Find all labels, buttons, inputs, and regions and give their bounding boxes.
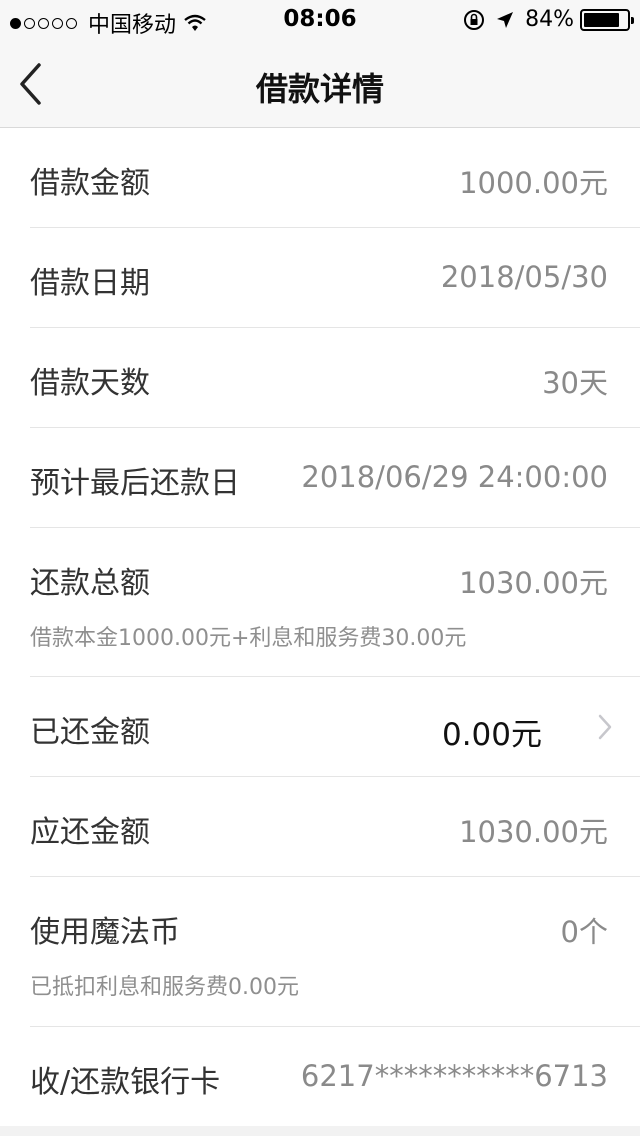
status-bar: 中国移动 08:06 84% bbox=[0, 0, 640, 40]
page-title: 借款详情 bbox=[255, 70, 384, 108]
row-value: 0个 bbox=[560, 915, 608, 949]
row-value: 6217***********6713 bbox=[300, 1059, 608, 1093]
loan-detail-list: 借款金额 1000.00元 借款日期 2018/05/30 借款天数 30天 预… bbox=[0, 128, 640, 1127]
row-value: 30天 bbox=[542, 366, 608, 400]
row-sub-text: 借款本金1000.00元+利息和服务费30.00元 bbox=[30, 626, 467, 651]
row-loan-date: 借款日期 2018/05/30 bbox=[30, 228, 640, 328]
location-arrow-icon bbox=[497, 11, 514, 28]
battery-percent: 84% bbox=[525, 7, 574, 32]
row-loan-amount: 借款金额 1000.00元 bbox=[30, 128, 640, 228]
row-label: 使用魔法币 bbox=[30, 915, 180, 950]
nav-bar: 借款详情 bbox=[0, 40, 640, 128]
row-amount-due: 应还金额 1030.00元 bbox=[30, 777, 640, 877]
row-label: 应还金额 bbox=[30, 815, 150, 850]
row-label: 预计最后还款日 bbox=[30, 466, 240, 501]
row-sub-text: 已抵扣利息和服务费0.00元 bbox=[30, 975, 299, 1000]
row-value: 1030.00元 bbox=[459, 566, 608, 600]
row-total-repayment: 还款总额 1030.00元 借款本金1000.00元+利息和服务费30.00元 bbox=[30, 528, 640, 677]
row-label: 收/还款银行卡 bbox=[30, 1065, 221, 1100]
bottom-strip bbox=[0, 1126, 640, 1136]
battery-level bbox=[584, 12, 620, 27]
row-value: 2018/05/30 bbox=[440, 260, 608, 294]
row-repaid-amount[interactable]: 已还金额 0.00元 bbox=[30, 677, 640, 777]
row-value: 0.00元 bbox=[441, 717, 542, 753]
row-label: 已还金额 bbox=[30, 715, 150, 750]
row-value: 1000.00元 bbox=[459, 166, 608, 200]
status-right: 84% bbox=[463, 7, 634, 32]
row-value: 2018/06/29 24:00:00 bbox=[301, 460, 608, 494]
row-magic-coins: 使用魔法币 0个 已抵扣利息和服务费0.00元 bbox=[30, 877, 640, 1027]
row-label: 借款金额 bbox=[30, 166, 150, 201]
row-due-date: 预计最后还款日 2018/06/29 24:00:00 bbox=[30, 428, 640, 528]
row-bank-card: 收/还款银行卡 6217***********6713 bbox=[30, 1027, 640, 1127]
row-value: 1030.00元 bbox=[459, 815, 608, 849]
orientation-lock-icon bbox=[464, 9, 485, 30]
row-loan-days: 借款天数 30天 bbox=[30, 328, 640, 428]
row-label: 还款总额 bbox=[30, 566, 150, 601]
battery-icon bbox=[580, 8, 634, 31]
chevron-right-icon bbox=[598, 714, 612, 740]
row-label: 借款天数 bbox=[30, 366, 150, 401]
row-label: 借款日期 bbox=[30, 266, 150, 301]
